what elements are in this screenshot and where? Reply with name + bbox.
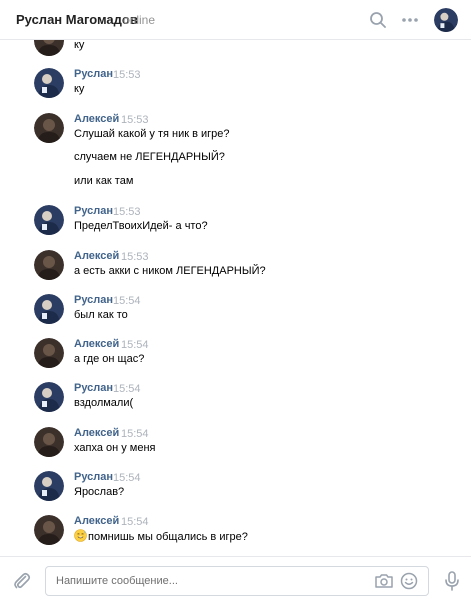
message-text: вздолмали(	[74, 397, 134, 409]
message-time: 15:54	[121, 516, 149, 528]
message-input-box[interactable]	[45, 566, 429, 596]
message-text: Слушай какой у тя ник в игре?	[74, 128, 230, 140]
message-history[interactable]: ку Руслан 15:53 ку Алексей 15:53 Слушай …	[0, 40, 471, 556]
message-text: помнишь мы общались в игре?	[88, 531, 248, 543]
contact-name[interactable]: Руслан Магомадов	[16, 12, 138, 27]
avatar[interactable]	[34, 427, 64, 457]
message-text: ку	[74, 40, 85, 51]
more-icon[interactable]	[400, 10, 420, 30]
message-time: 15:54	[121, 339, 149, 351]
avatar[interactable]	[34, 205, 64, 235]
message-author[interactable]: Алексей	[74, 113, 119, 125]
message-text: был как то	[74, 309, 128, 321]
avatar[interactable]	[34, 515, 64, 545]
avatar[interactable]	[34, 40, 64, 56]
message-text: ПределТвоихИдей- а что?	[74, 220, 208, 232]
message-time: 15:53	[121, 251, 149, 263]
message-time: 15:54	[113, 383, 141, 395]
message-text: а есть акки с ником ЛЕГЕНДАРНЫЙ?	[74, 265, 266, 277]
message-author[interactable]: Алексей	[74, 250, 119, 262]
contact-status: online	[123, 13, 156, 27]
avatar[interactable]	[34, 68, 64, 98]
message-time: 15:54	[121, 428, 149, 440]
message-author[interactable]: Руслан	[74, 68, 113, 80]
search-icon[interactable]	[368, 10, 388, 30]
message-time: 15:53	[113, 206, 141, 218]
message-input[interactable]	[56, 572, 356, 590]
avatar[interactable]	[34, 382, 64, 412]
avatar[interactable]	[34, 471, 64, 501]
message-author[interactable]: Руслан	[74, 294, 113, 306]
avatar[interactable]	[34, 113, 64, 143]
message-author[interactable]: Алексей	[74, 427, 119, 439]
message-composer	[0, 556, 471, 603]
message-author[interactable]: Алексей	[74, 515, 119, 527]
message-author[interactable]: Руслан	[74, 382, 113, 394]
message-text: или как там	[74, 175, 134, 187]
contact-avatar[interactable]	[434, 8, 458, 32]
chat-header: Руслан Магомадов online	[0, 0, 471, 40]
message-time: 15:53	[113, 69, 141, 81]
message-text: Ярослав?	[74, 486, 125, 498]
paperclip-icon[interactable]	[12, 571, 32, 591]
message-author[interactable]: Руслан	[74, 471, 113, 483]
avatar[interactable]	[34, 338, 64, 368]
message-author[interactable]: Руслан	[74, 205, 113, 217]
camera-icon[interactable]	[374, 572, 394, 590]
message-text-row: помнишь мы общались в игре?	[74, 529, 248, 543]
message-time: 15:53	[121, 114, 149, 126]
message-text: ку	[74, 83, 85, 95]
avatar[interactable]	[34, 250, 64, 280]
sweat-smile-emoji-icon	[74, 529, 87, 542]
message-time: 15:54	[113, 472, 141, 484]
message-text: хапха он у меня	[74, 442, 156, 454]
avatar[interactable]	[34, 294, 64, 324]
message-text: а где он щас?	[74, 353, 145, 365]
message-text: случаем не ЛЕГЕНДАРНЫЙ?	[74, 151, 225, 163]
smile-icon[interactable]	[399, 571, 419, 591]
message-time: 15:54	[113, 295, 141, 307]
message-author[interactable]: Алексей	[74, 338, 119, 350]
microphone-icon[interactable]	[442, 570, 462, 592]
